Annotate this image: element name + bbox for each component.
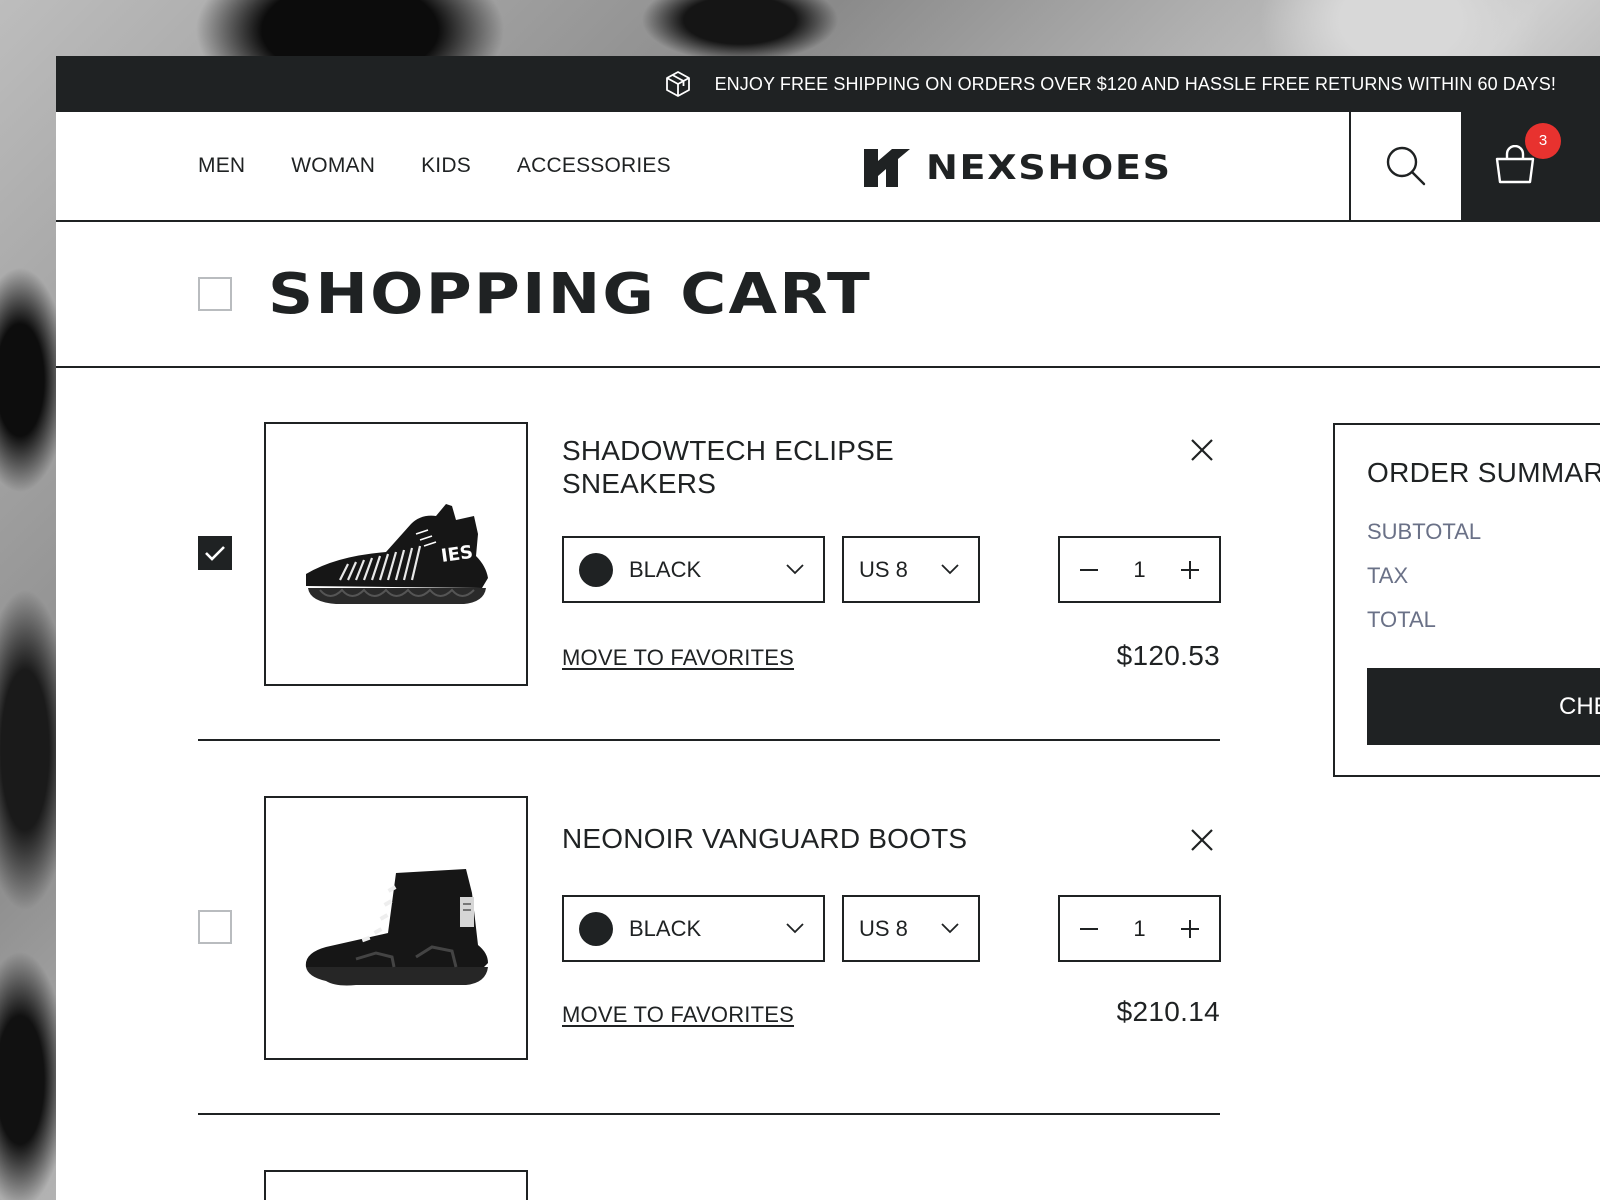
search-button[interactable] (1349, 112, 1461, 220)
move-to-favorites-link[interactable]: MOVE TO FAVORITES (562, 645, 794, 671)
color-select[interactable]: BLACK (562, 895, 825, 962)
item-price: $120.53 (1116, 640, 1220, 671)
product-name[interactable]: SHADOWTECH ECLIPSE SNEAKERS (562, 434, 894, 500)
minus-icon (1080, 927, 1098, 930)
product-image[interactable] (264, 796, 528, 1060)
remove-item-icon[interactable] (1188, 436, 1216, 464)
plus-icon (1181, 560, 1199, 579)
item-divider (198, 1113, 1220, 1115)
chevron-down-icon (786, 923, 804, 934)
color-swatch (579, 552, 613, 587)
remove-item-icon[interactable] (1188, 826, 1216, 854)
main-nav: MEN WOMAN KIDS ACCESSORIES (198, 154, 671, 178)
size-value: US 8 (859, 915, 908, 941)
package-box-icon (665, 71, 690, 97)
promo-text: ENJOY FREE SHIPPING ON ORDERS OVER $120 … (714, 73, 1556, 94)
search-icon (1386, 146, 1426, 186)
cart-count-badge: 3 (1525, 122, 1561, 159)
size-select[interactable]: US 8 (842, 895, 980, 962)
quantity-value[interactable]: 1 (1133, 557, 1145, 583)
tax-label: TAX (1367, 563, 1409, 588)
boot-image (305, 869, 488, 986)
promo-bar: ENJOY FREE SHIPPING ON ORDERS OVER $120 … (56, 56, 1600, 112)
checkmark-icon (205, 546, 225, 561)
increase-quantity-button[interactable] (1179, 559, 1201, 581)
quantity-stepper: 1 (1058, 895, 1221, 962)
quantity-value[interactable]: 1 (1133, 916, 1145, 942)
logo-mark-icon (864, 149, 910, 187)
plus-icon (1181, 919, 1199, 938)
product-name-line1: NEONOIR VANGUARD BOOTS (562, 823, 968, 854)
nav-link-kids[interactable]: KIDS (421, 154, 471, 178)
nav-link-men[interactable]: MEN (198, 154, 245, 178)
item-select-checkbox[interactable] (198, 910, 232, 944)
decrease-quantity-button[interactable] (1078, 918, 1100, 940)
color-select[interactable]: BLACK (562, 536, 825, 603)
nav-link-woman[interactable]: WOMAN (291, 154, 375, 178)
quantity-stepper: 1 (1058, 536, 1221, 603)
minus-icon (1080, 568, 1098, 571)
summary-lines: SUBTOTAL TAX TOTAL (1367, 519, 1600, 633)
chevron-down-icon (941, 923, 959, 934)
product-image[interactable]: IES (264, 422, 528, 686)
item-select-checkbox[interactable] (198, 536, 232, 570)
cart-icon-wrap: 3 (1493, 122, 1561, 190)
product-image[interactable] (264, 1170, 528, 1200)
svg-text:IES: IES (440, 542, 475, 567)
store-page: ENJOY FREE SHIPPING ON ORDERS OVER $120 … (56, 56, 1600, 1200)
order-summary-title: ORDER SUMMARY (1367, 457, 1600, 488)
color-value: BLACK (629, 556, 702, 582)
increase-quantity-button[interactable] (1179, 918, 1201, 940)
product-name-line2: SNEAKERS (562, 468, 717, 499)
order-summary-panel: ORDER SUMMARY SUBTOTAL TAX TOTAL CHECKOU… (1333, 423, 1600, 777)
chevron-down-icon (786, 564, 804, 575)
product-name[interactable]: NEONOIR VANGUARD BOOTS (562, 822, 967, 855)
size-select[interactable]: US 8 (842, 536, 980, 603)
brand-logo[interactable]: NEXSHOES (864, 148, 1170, 188)
item-price: $210.14 (1116, 996, 1220, 1027)
subtotal-label: SUBTOTAL (1367, 519, 1482, 544)
cart-title-row: SHOPPING CART (56, 222, 1600, 368)
color-swatch (579, 911, 613, 946)
nav-link-accessories[interactable]: ACCESSORIES (517, 154, 671, 178)
site-header: MEN WOMAN KIDS ACCESSORIES NEXSHOES 3 (56, 112, 1600, 222)
cart-item: NEONOIR VANGUARD BOOTS BLACK US 8 1 MOVE… (198, 796, 1221, 1060)
logo-text: NEXSHOES (926, 148, 1172, 188)
move-to-favorites-link[interactable]: MOVE TO FAVORITES (562, 1002, 794, 1028)
product-name-line1: SHADOWTECH ECLIPSE (562, 435, 894, 466)
chevron-down-icon (941, 564, 959, 575)
decrease-quantity-button[interactable] (1078, 559, 1100, 581)
size-value: US 8 (859, 556, 908, 582)
item-divider (198, 739, 1220, 741)
color-value: BLACK (629, 915, 702, 941)
cart-item: IES SHADOWTECH ECLIPSE SNEAKERS BLACK US… (198, 422, 1221, 686)
checkout-button[interactable]: CHECKOUT (1367, 668, 1600, 745)
sneaker-image: IES (306, 504, 488, 604)
total-label: TOTAL (1367, 607, 1436, 632)
page-title: SHOPPING CART (268, 261, 873, 327)
select-all-checkbox[interactable] (198, 277, 232, 311)
cart-button[interactable]: 3 (1461, 112, 1600, 222)
